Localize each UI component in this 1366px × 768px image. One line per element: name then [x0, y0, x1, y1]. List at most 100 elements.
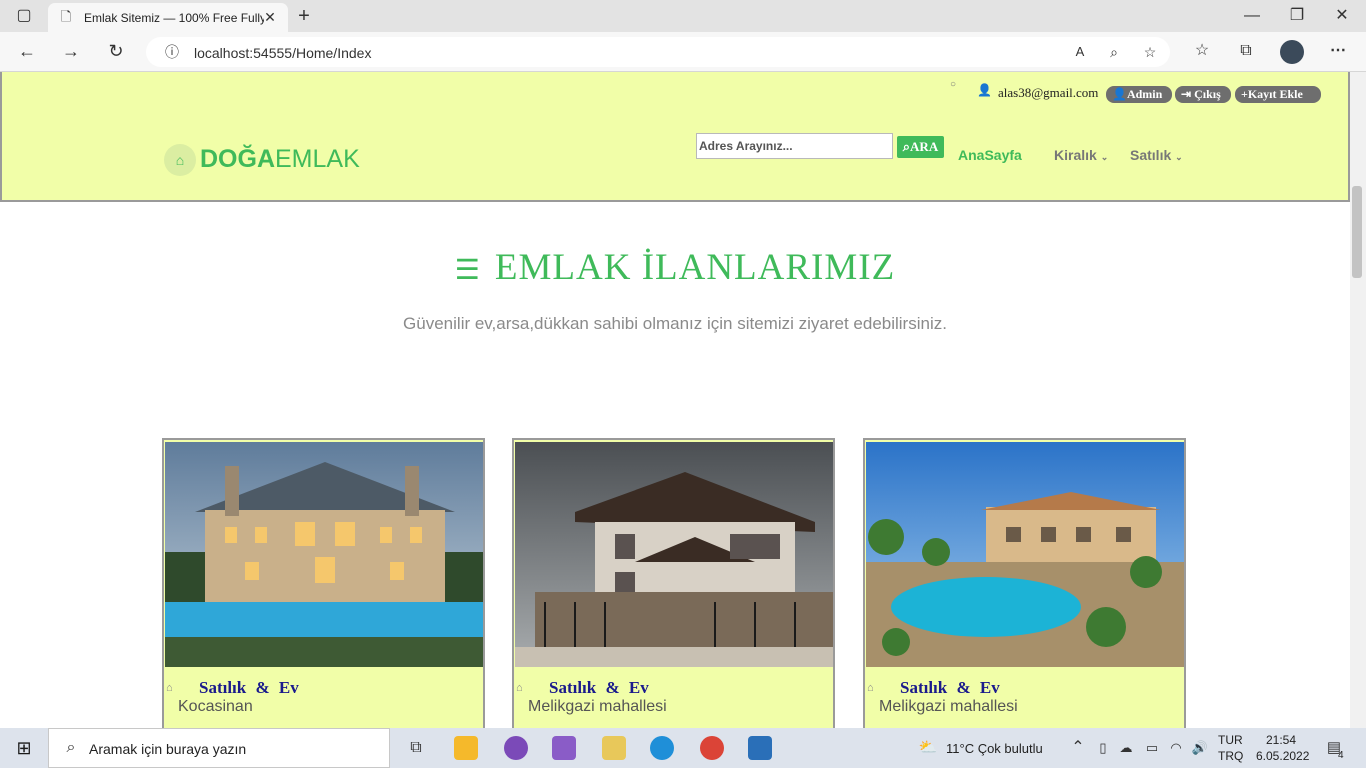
- close-window-icon[interactable]: ✕: [1332, 6, 1352, 26]
- windows-start-icon[interactable]: ⊞: [14, 738, 34, 758]
- taskbar: ⊞ ⌕ Aramak için buraya yazın ⧉ ⛅ 11°C Ço…: [0, 728, 1366, 768]
- add-record-button[interactable]: +Kayıt Ekle: [1235, 86, 1321, 103]
- logout-button[interactable]: ⇥ Çıkış: [1175, 86, 1231, 103]
- listing-title[interactable]: Satılık & Ev: [199, 678, 299, 698]
- taskbar-search[interactable]: ⌕ Aramak için buraya yazın: [48, 728, 390, 768]
- new-tab-icon[interactable]: +: [294, 6, 314, 26]
- listing-location: Melikgazi mahallesi: [879, 698, 1018, 715]
- site-header: ○ 👤 alas38@gmail.com 👤Admin ⇥ Çıkış +Kay…: [0, 72, 1350, 202]
- wifi-icon[interactable]: ◠: [1166, 738, 1186, 758]
- refresh-icon[interactable]: ↻: [106, 41, 126, 61]
- more-icon[interactable]: ⋯: [1328, 41, 1348, 61]
- home-icon: ⌂: [166, 682, 173, 694]
- listing-card[interactable]: ⌂ Satılık & Ev Melikgazi mahallesi: [512, 438, 835, 728]
- plus-icon: +: [1241, 87, 1248, 101]
- listing-location: Melikgazi mahallesi: [528, 698, 667, 715]
- volume-icon[interactable]: 🔊: [1190, 738, 1210, 758]
- notification-count: 4: [1338, 750, 1344, 761]
- admin-button[interactable]: 👤Admin: [1106, 86, 1172, 103]
- language-top[interactable]: TUR: [1218, 733, 1243, 747]
- page-icon: 🗋: [60, 9, 72, 24]
- collections-icon[interactable]: ⧉: [1236, 41, 1256, 61]
- language-bottom[interactable]: TRQ: [1218, 749, 1243, 763]
- listing-image-mansion[interactable]: [165, 442, 483, 667]
- page-viewport: ○ 👤 alas38@gmail.com 👤Admin ⇥ Çıkış +Kay…: [0, 72, 1350, 728]
- listing-title[interactable]: Satılık & Ev: [900, 678, 1000, 698]
- section-title-text: EMLAK İLANLARIMIZ: [494, 247, 896, 288]
- home-icon[interactable]: ⌂: [164, 144, 196, 176]
- logout-label: Çıkış: [1194, 87, 1221, 101]
- address-search-input[interactable]: [696, 133, 893, 159]
- search-label: ARA: [910, 139, 939, 154]
- device-icon[interactable]: ▯: [1094, 738, 1112, 758]
- listing-card[interactable]: ⌂ Satılık & Ev Melikgazi mahallesi: [863, 438, 1186, 728]
- nav-home[interactable]: AnaSayfa: [958, 147, 1022, 163]
- chrome-icon[interactable]: [700, 736, 724, 760]
- visual-studio-icon[interactable]: [552, 736, 576, 760]
- search-icon: ⌕: [66, 739, 76, 756]
- user-icon: 👤: [1112, 87, 1127, 101]
- read-aloud-icon[interactable]: A: [1070, 42, 1090, 62]
- admin-label: Admin: [1126, 87, 1163, 101]
- scrollbar-thumb[interactable]: [1352, 186, 1362, 278]
- browser-toolbar: ← → ↻ ⓘ localhost:54555/Home/Index A ⌕ ☆…: [0, 32, 1366, 72]
- bullet-icon: ○: [950, 79, 957, 90]
- search-icon: ⌕: [902, 139, 911, 154]
- user-email: alas38@gmail.com: [998, 85, 1099, 100]
- cloud-icon[interactable]: ☁: [1116, 738, 1136, 758]
- tab-actions-icon[interactable]: ▢: [14, 6, 34, 26]
- logo-light: EMLAK: [275, 145, 360, 173]
- add-record-label: Kayıt Ekle: [1247, 87, 1303, 101]
- chevron-up-icon[interactable]: ⌃: [1068, 738, 1088, 758]
- listing-image-house[interactable]: [515, 442, 833, 667]
- profile-avatar[interactable]: [1280, 40, 1304, 64]
- section-subtitle: Güvenilir ev,arsa,dükkan sahibi olmanız …: [403, 314, 947, 333]
- task-view-icon[interactable]: ⧉: [404, 738, 428, 758]
- file-explorer-icon[interactable]: [454, 736, 478, 760]
- forward-icon[interactable]: →: [61, 41, 81, 61]
- chevron-down-icon: ⌄: [1100, 152, 1109, 162]
- url-text: localhost:54555/Home/Index: [194, 45, 372, 61]
- restore-icon[interactable]: ❐: [1287, 6, 1307, 26]
- nav-rental[interactable]: Kiralık ⌄: [1054, 147, 1108, 163]
- weather-icon[interactable]: ⛅: [916, 738, 940, 758]
- weather-text[interactable]: 11°C Çok bulutlu: [946, 741, 1043, 756]
- minimize-icon[interactable]: —: [1242, 6, 1262, 26]
- listing-card[interactable]: ⌂ Satılık & Ev Kocasinan: [162, 438, 485, 728]
- add-favorite-icon[interactable]: ☆: [1140, 42, 1160, 62]
- chevron-down-icon: ⌄: [1175, 152, 1183, 162]
- app-icon[interactable]: [602, 736, 626, 760]
- nav-sale[interactable]: Satılık ⌄: [1130, 147, 1183, 163]
- browser-tab-bar: ▢ 🗋 Emlak Sitemiz — 100% Free Fully ✕ + …: [0, 0, 1366, 32]
- zoom-icon[interactable]: ⌕: [1104, 42, 1124, 62]
- listing-location: Kocasinan: [178, 698, 253, 715]
- edge-icon[interactable]: [650, 736, 674, 760]
- logout-icon: ⇥: [1181, 87, 1195, 101]
- listing-image-villa[interactable]: [866, 442, 1184, 667]
- back-icon[interactable]: ←: [17, 41, 37, 61]
- github-desktop-icon[interactable]: [504, 736, 528, 760]
- browser-tab[interactable]: 🗋 Emlak Sitemiz — 100% Free Fully ✕: [48, 3, 288, 32]
- list-icon: ☰: [454, 255, 481, 286]
- nav-rental-label: Kiralık: [1054, 147, 1097, 163]
- favorites-icon[interactable]: ☆: [1192, 41, 1212, 61]
- logo-bold: DOĞA: [200, 145, 275, 173]
- tab-title: Emlak Sitemiz — 100% Free Fully: [84, 11, 264, 25]
- site-logo[interactable]: DOĞAEMLAK: [200, 145, 360, 174]
- clock-time[interactable]: 21:54: [1266, 733, 1296, 747]
- nav-sale-label: Satılık: [1130, 147, 1172, 163]
- photos-icon[interactable]: [748, 736, 772, 760]
- home-icon: ⌂: [516, 682, 523, 694]
- home-icon: ⌂: [867, 682, 874, 694]
- clock-date[interactable]: 6.05.2022: [1256, 749, 1309, 763]
- search-button[interactable]: ⌕ARA: [897, 136, 944, 158]
- close-tab-icon[interactable]: ✕: [262, 7, 278, 27]
- address-bar[interactable]: ⓘ localhost:54555/Home/Index A ⌕ ☆: [146, 37, 1170, 67]
- taskbar-search-placeholder: Aramak için buraya yazın: [89, 741, 247, 757]
- page-scrollbar[interactable]: [1350, 72, 1366, 728]
- battery-icon[interactable]: ▭: [1142, 738, 1162, 758]
- info-icon[interactable]: ⓘ: [162, 42, 182, 62]
- user-icon: 👤: [977, 83, 992, 97]
- listing-title[interactable]: Satılık & Ev: [549, 678, 649, 698]
- section-title: ☰ EMLAK İLANLARIMIZ: [0, 246, 1350, 289]
